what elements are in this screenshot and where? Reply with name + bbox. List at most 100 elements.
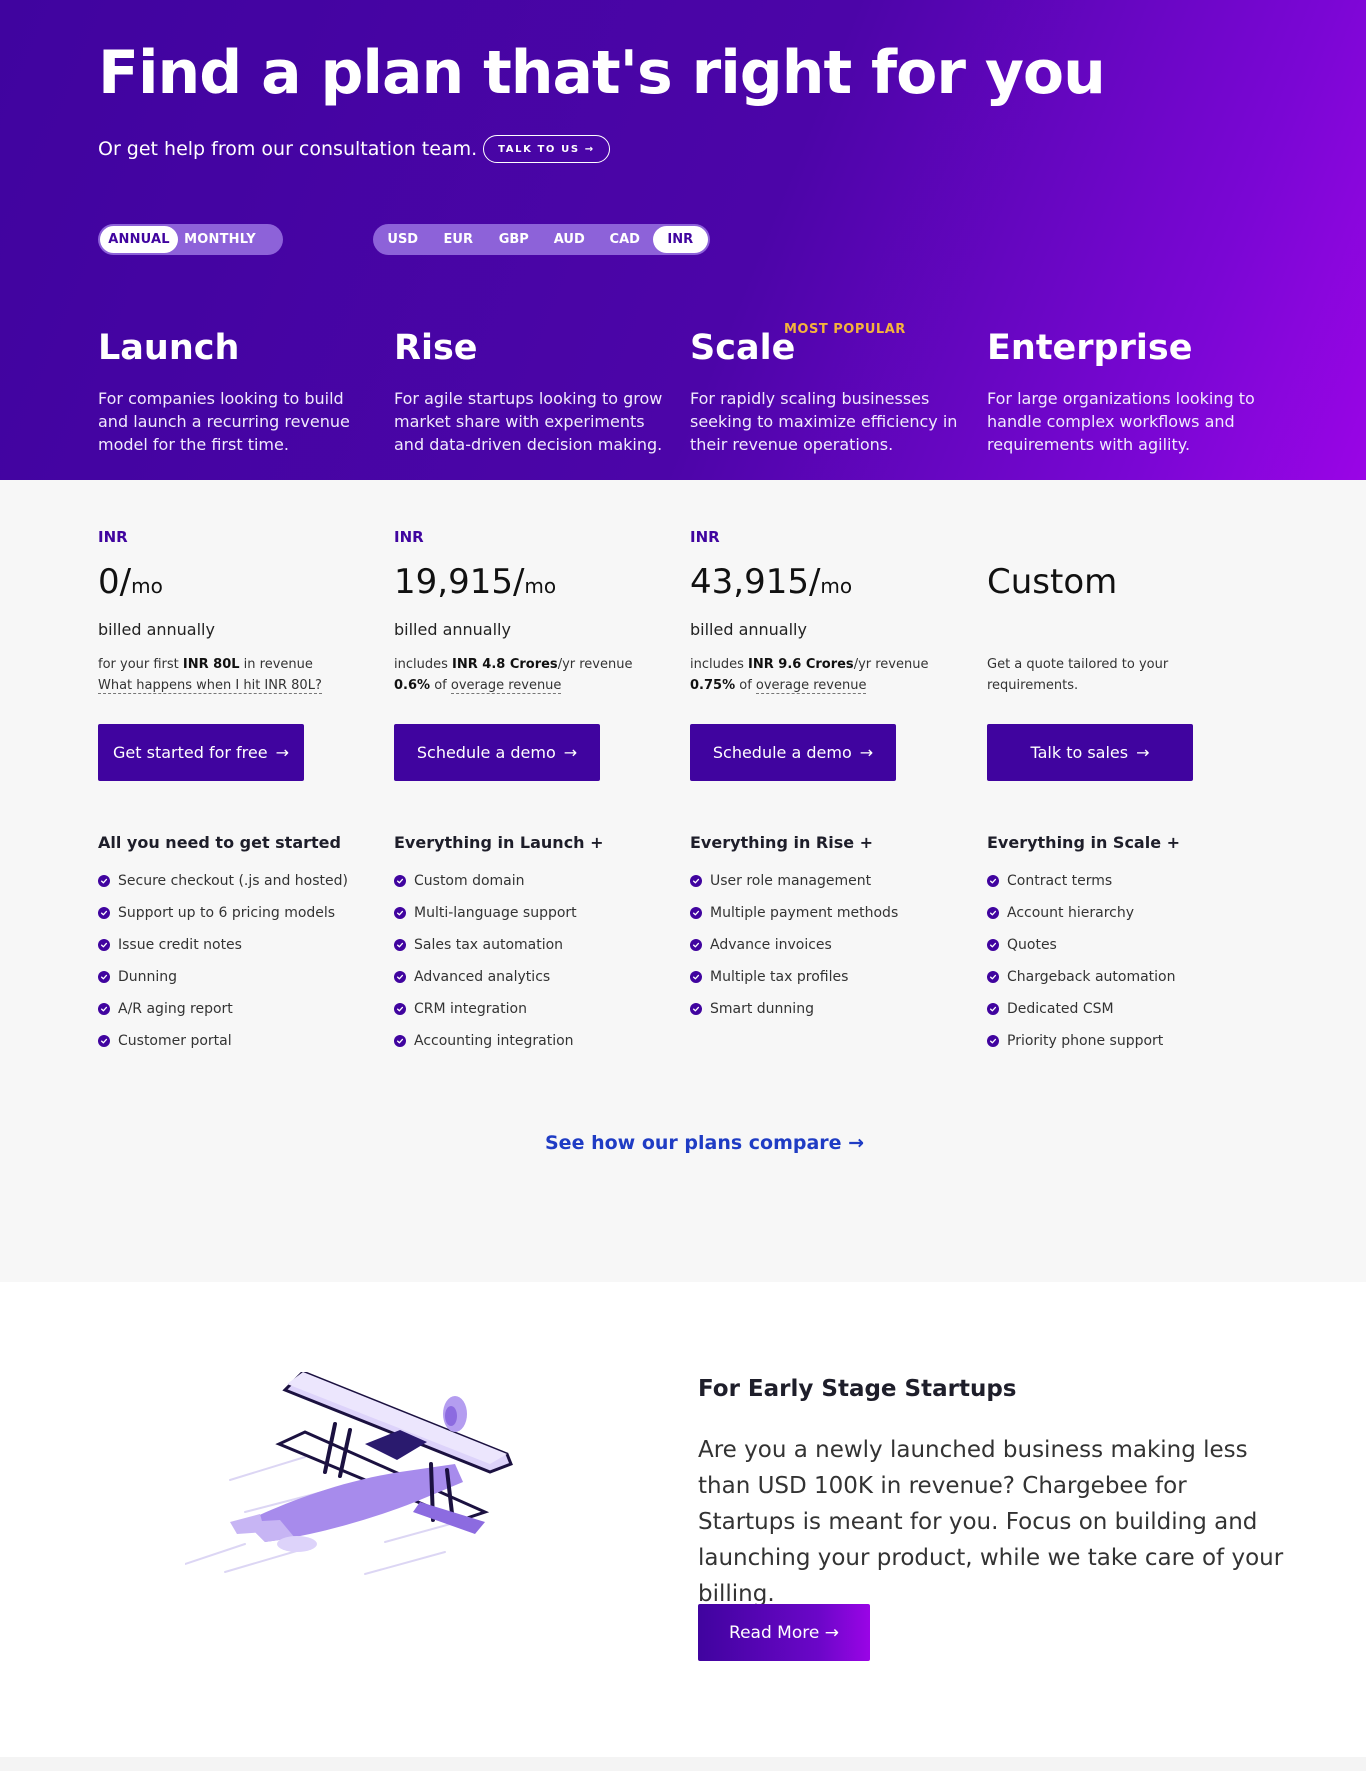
price-amount: 19,915/ [394,562,525,602]
read-more-button[interactable]: Read More → [698,1604,870,1661]
feature-label: Multiple payment methods [710,905,899,921]
feature-label: Accounting integration [414,1033,574,1049]
check-circle-icon [98,971,110,983]
note-text: includes [394,657,453,672]
plan-currency: INR [394,528,424,546]
plan-description: For large organizations looking to handl… [987,389,1255,454]
check-circle-icon [690,939,702,951]
feature-label: Dunning [118,969,178,985]
overage-revenue-link[interactable]: overage revenue [450,678,562,694]
plan-name: Enterprise [987,328,1193,368]
get-started-free-button[interactable]: Get started for free → [98,724,304,781]
schedule-demo-button[interactable]: Schedule a demo → [394,724,600,781]
feature-item: Custom domain [394,865,684,897]
overage-revenue-link[interactable]: overage revenue [755,678,867,694]
billing-period-toggle: ANNUAL MONTHLY [98,224,283,255]
currency-aud[interactable]: AUD [542,226,598,253]
check-circle-icon [98,1035,110,1047]
check-circle-icon [690,907,702,919]
page-title: Find a plan that's right for you [98,38,1106,108]
note-text: includes [690,657,749,672]
plan-header-enterprise: Enterprise For large organizations looki… [987,325,1267,456]
check-circle-icon [690,971,702,983]
limit-faq-link[interactable]: What happens when I hit INR 80L? [98,678,322,694]
annual-toggle-option[interactable]: ANNUAL [100,226,178,253]
feature-item: A/R aging report [98,993,388,1025]
plan-price: Custom [987,562,1277,606]
feature-item: Secure checkout (.js and hosted) [98,865,388,897]
talk-to-us-button[interactable]: TALK TO US → [483,135,610,163]
plan-limit-note: Get a quote tailored to your requirement… [987,654,1277,700]
feature-label: Advance invoices [710,937,832,953]
feature-label: Sales tax automation [414,937,564,953]
note-text: in revenue [239,657,313,672]
check-circle-icon [987,1035,999,1047]
plan-price: 0/ mo [98,562,388,606]
feature-list: User role management Multiple payment met… [690,865,980,1025]
check-circle-icon [98,939,110,951]
cta-label: Get started for free [113,743,268,762]
hero-subtitle: Or get help from our consultation team. … [98,134,610,164]
check-circle-icon [394,939,406,951]
schedule-demo-button[interactable]: Schedule a demo → [690,724,896,781]
feature-item: User role management [690,865,980,897]
check-circle-icon [98,907,110,919]
monthly-toggle-option[interactable]: MONTHLY [178,226,262,253]
plan-currency: INR [98,528,128,546]
price-amount: 43,915/ [690,562,821,602]
feature-label: Support up to 6 pricing models [118,905,336,921]
feature-item: Chargeback automation [987,961,1277,993]
feature-list: Contract terms Account hierarchy Quotes Cha… [987,865,1277,1057]
talk-to-sales-button[interactable]: Talk to sales → [987,724,1193,781]
cta-label: Schedule a demo [416,743,556,762]
startup-description: Are you a newly launched business making… [698,1437,1284,1607]
billing-note: billed annually [690,620,807,639]
currency-inr[interactable]: INR [652,226,708,253]
currency-selector: USD EUR GBP AUD CAD INR [373,224,710,255]
price-amount: Custom [987,562,1118,602]
currency-usd[interactable]: USD [375,226,431,253]
feature-item: Sales tax automation [394,929,684,961]
currency-gbp[interactable]: GBP [486,226,542,253]
billing-note: billed annually [394,620,511,639]
plan-name: Scale [690,328,796,368]
note-bold: INR 4.8 Crores [452,657,558,672]
feature-label: Contract terms [1007,873,1113,889]
plan-limit-note: for your first INR 80L in revenue What h… [98,654,388,700]
feature-item: Support up to 6 pricing models [98,897,388,929]
note-text: requirements. [987,678,1079,693]
biplane-illustration [185,1372,513,1575]
plan-header-launch: Launch For companies looking to build an… [98,325,378,456]
feature-list: Custom domain Multi-language support Sales… [394,865,684,1057]
plan-price: 43,915/ mo [690,562,980,606]
check-circle-icon [987,1003,999,1015]
feature-label: Secure checkout (.js and hosted) [118,873,348,889]
feature-label: User role management [710,873,872,889]
features-heading: All you need to get started [98,833,341,852]
note-bold: 0.6% [394,678,431,693]
currency-cad[interactable]: CAD [597,226,653,253]
arrow-right-icon: → [1136,743,1150,762]
features-heading: Everything in Launch + [394,833,604,852]
cta-label: Schedule a demo [712,743,852,762]
startup-title: For Early Stage Startups [698,1376,1017,1402]
plan-description: For agile startups looking to grow marke… [394,389,663,454]
feature-label: Custom domain [414,873,525,889]
feature-label: A/R aging report [118,1001,233,1017]
billing-note: billed annually [98,620,215,639]
compare-plans-link[interactable]: See how our plans compare → [545,1132,864,1154]
price-period: mo [524,574,557,598]
arrow-right-icon: → [275,743,289,762]
billing-note [987,620,1277,642]
check-circle-icon [987,939,999,951]
feature-label: Quotes [1007,937,1057,953]
check-circle-icon [98,1003,110,1015]
feature-label: Dedicated CSM [1007,1001,1114,1017]
plan-description: For companies looking to build and launc… [98,389,350,454]
price-period: mo [131,574,163,598]
price-period: mo [820,574,853,598]
note-bold: INR 9.6 Crores [748,657,854,672]
note-text: /yr revenue [557,657,633,672]
currency-eur[interactable]: EUR [431,226,487,253]
feature-label: Multi-language support [414,905,577,921]
